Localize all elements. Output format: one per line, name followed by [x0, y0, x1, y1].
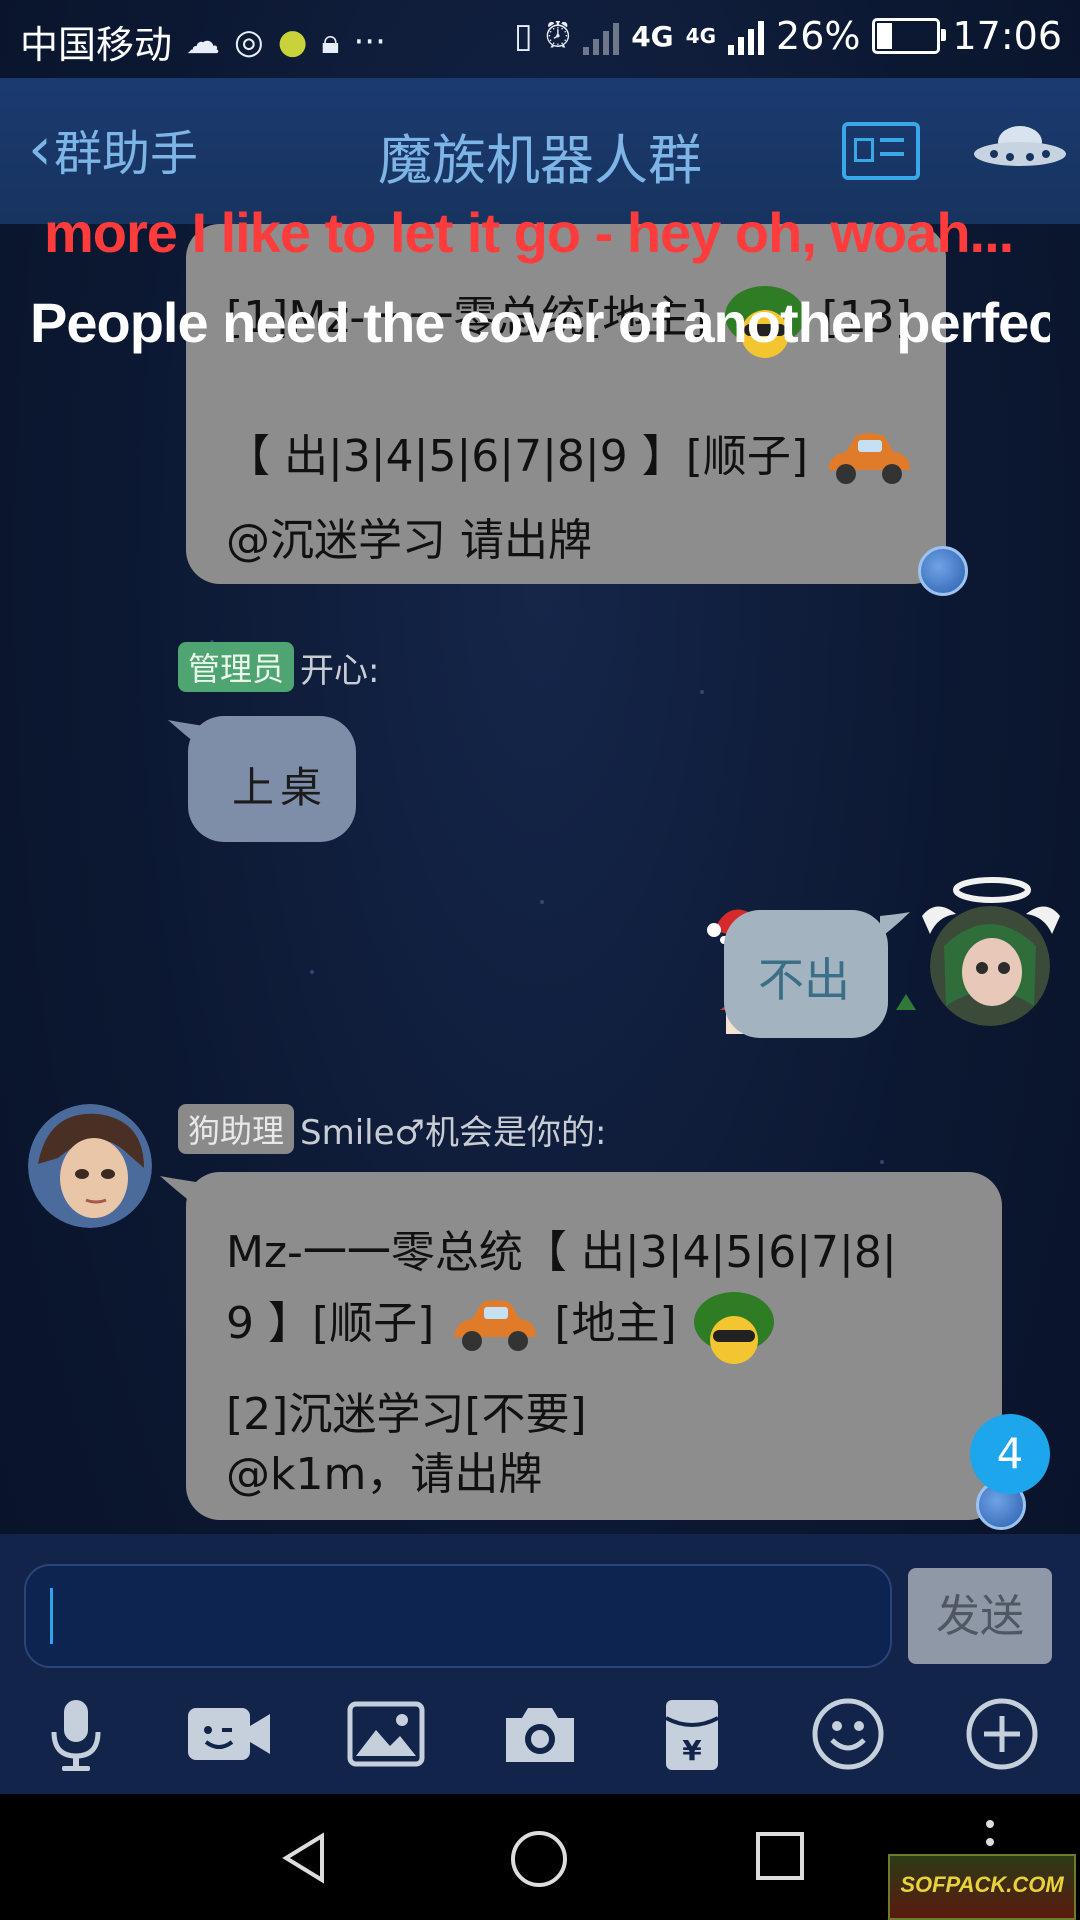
- message-text: 上桌: [232, 763, 329, 812]
- image-icon[interactable]: [346, 1694, 426, 1774]
- weather-icon: ☁: [186, 21, 221, 62]
- recent-apps-square-icon[interactable]: [754, 1830, 806, 1882]
- text-cursor: [50, 1588, 53, 1644]
- message-text: @k1m，请出牌: [226, 1449, 543, 1500]
- globe-icon[interactable]: [918, 546, 968, 596]
- message-text: 不出: [758, 953, 850, 1007]
- sender-row: 狗助理 Smile♂机会是你的:: [178, 1104, 606, 1154]
- chat-screen: 中国移动 ☁ ◎ ● 🔒︎ ··· ▯ ⏰︎ 4G 4G 26% 17:06 ‹: [0, 0, 1080, 1920]
- background-star: [540, 900, 544, 904]
- signal-1-icon: [583, 17, 620, 55]
- message-text: @沉迷学习 请出牌: [226, 515, 592, 566]
- sender-row: 管理员 开心:: [178, 642, 379, 692]
- video-call-icon[interactable]: [186, 1694, 272, 1774]
- home-circle-icon[interactable]: [510, 1830, 568, 1888]
- group-profile-icon[interactable]: [842, 122, 920, 180]
- ufo-icon[interactable]: [972, 116, 1068, 178]
- message-bubble[interactable]: 上桌: [188, 716, 356, 842]
- send-button[interactable]: 发送: [908, 1568, 1052, 1664]
- sender-name[interactable]: 开心:: [300, 643, 379, 692]
- site-watermark: SOFPACK.COM: [888, 1854, 1076, 1920]
- message-text: 【 出|3|4|5|6|7|8|9 】[顺子]: [226, 431, 809, 482]
- clock: 17:06: [952, 14, 1062, 58]
- unread-count-badge[interactable]: 4: [970, 1414, 1050, 1494]
- lyric-line-1: more I like to let it go - hey oh, woah.…: [44, 201, 1014, 264]
- vibrate-icon: ▯: [513, 16, 533, 56]
- turtle-emoji-icon: [693, 1292, 774, 1364]
- car-emoji-icon: [828, 433, 911, 484]
- background-star: [700, 690, 704, 694]
- assistant-badge: 狗助理: [178, 1104, 295, 1154]
- message-bubble-own[interactable]: 不出: [724, 910, 888, 1038]
- background-star: [880, 1160, 884, 1164]
- lyric-line-2: People need the cover of another perfect: [30, 291, 1050, 354]
- input-area: 发送 ¥: [0, 1534, 1080, 1794]
- angel-halo-decoration: [922, 877, 1060, 934]
- carrier-label: 中国移动: [20, 23, 173, 67]
- chat-toolbar: ¥: [0, 1684, 1080, 1794]
- plus-icon[interactable]: [962, 1694, 1042, 1774]
- message-text: [地主]: [554, 1298, 677, 1349]
- bubble-tail: [168, 720, 204, 750]
- network-type-2: 4G: [685, 24, 717, 48]
- back-triangle-icon[interactable]: [276, 1830, 332, 1886]
- lock-icon: 🔒︎: [321, 21, 340, 62]
- hotspot-icon: ◎: [234, 21, 264, 62]
- emoji-icon[interactable]: [808, 1694, 888, 1774]
- message-text: [2]沉迷学习[不要]: [226, 1389, 587, 1440]
- admin-badge: 管理员: [178, 642, 295, 692]
- red-packet-icon[interactable]: ¥: [652, 1694, 732, 1774]
- message-text: 9 】[顺子]: [226, 1298, 435, 1349]
- svg-text:¥: ¥: [682, 1734, 702, 1767]
- network-type-1: 4G: [631, 19, 674, 53]
- message-bubble[interactable]: Mz-一一零总统【 出|3|4|5|6|7|8| 9 】[顺子] [地主] [2…: [186, 1172, 1026, 1530]
- message-text: Mz-一一零总统【 出|3|4|5|6|7|8|: [226, 1227, 897, 1278]
- status-bar: 中国移动 ☁ ◎ ● 🔒︎ ··· ▯ ⏰︎ 4G 4G 26% 17:06: [0, 0, 1080, 78]
- battery-percent: 26%: [776, 14, 861, 58]
- battery-icon: [872, 18, 947, 54]
- app-notification-icon: ●: [277, 21, 308, 62]
- alarm-icon: ⏰︎: [544, 16, 572, 56]
- avatar-image: [28, 1104, 152, 1228]
- message-bubble[interactable]: [1]Mz-一一零总统[地主] [13] 【 出|3|4|5|6|7|8|9 】…: [186, 224, 968, 596]
- signal-2-icon: [728, 17, 765, 55]
- bubble-tail: [880, 912, 910, 938]
- microphone-icon[interactable]: [36, 1694, 116, 1774]
- car-emoji-icon: [454, 1300, 537, 1351]
- more-notifications-icon: ···: [353, 21, 386, 62]
- sender-avatar[interactable]: [28, 1104, 152, 1228]
- camera-icon[interactable]: [500, 1694, 580, 1774]
- sender-name[interactable]: Smile♂机会是你的:: [300, 1105, 606, 1154]
- background-star: [310, 970, 314, 974]
- message-input[interactable]: [24, 1564, 892, 1668]
